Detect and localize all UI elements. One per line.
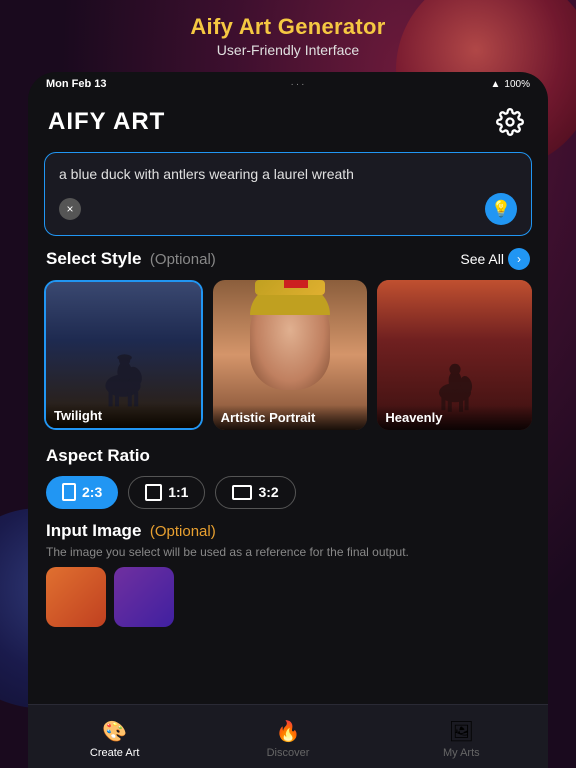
status-icons: ▲ 100% bbox=[491, 79, 530, 90]
prompt-text: a blue duck with antlers wearing a laure… bbox=[59, 165, 517, 185]
aspect-ratio-title: Aspect Ratio bbox=[46, 446, 530, 466]
portrait-label: Artistic Portrait bbox=[213, 405, 368, 430]
input-image-description: The image you select will be used as a r… bbox=[46, 545, 530, 559]
nav-create-art[interactable]: 🎨 Create Art bbox=[28, 715, 201, 759]
aspect-3-2-label: 3:2 bbox=[258, 484, 278, 500]
style-section-header: Select Style (Optional) See All › bbox=[28, 248, 548, 280]
thumbnail-1[interactable] bbox=[46, 567, 106, 627]
style-cards-container: Twilight Artistic Portrait bbox=[28, 280, 548, 444]
create-art-icon: 🎨 bbox=[102, 719, 127, 744]
lightbulb-button[interactable]: 💡 bbox=[485, 193, 517, 225]
nav-my-arts[interactable]: 🖼 My Arts bbox=[375, 715, 548, 759]
aspect-2-3-label: 2:3 bbox=[82, 484, 102, 500]
aspect-ratio-2-3[interactable]: 2:3 bbox=[46, 476, 118, 509]
bottom-navigation: 🎨 Create Art 🔥 Discover 🖼 My Arts bbox=[28, 704, 548, 768]
input-image-title: Input Image bbox=[46, 521, 141, 540]
device-frame: Mon Feb 13 ··· ▲ 100% AIFY ART a blue du… bbox=[28, 72, 548, 768]
style-optional: (Optional) bbox=[150, 251, 216, 268]
app-title: AIFY ART bbox=[48, 108, 165, 136]
landscape-icon bbox=[232, 485, 252, 500]
style-card-portrait[interactable]: Artistic Portrait bbox=[213, 280, 368, 430]
settings-button[interactable] bbox=[492, 104, 528, 140]
marketing-header: Aify Art Generator User-Friendly Interfa… bbox=[0, 0, 576, 68]
battery-icon: 100% bbox=[504, 79, 530, 90]
aspect-ratio-3-2[interactable]: 3:2 bbox=[215, 476, 295, 509]
discover-label: Discover bbox=[267, 747, 310, 759]
prompt-input-container[interactable]: a blue duck with antlers wearing a laure… bbox=[44, 152, 532, 236]
input-image-optional: (Optional) bbox=[150, 523, 216, 540]
style-title: Select Style bbox=[46, 249, 141, 268]
see-all-button[interactable]: See All › bbox=[460, 248, 530, 270]
wifi-icon: ▲ bbox=[491, 79, 501, 90]
discover-icon: 🔥 bbox=[276, 719, 301, 744]
status-dots: ··· bbox=[291, 79, 307, 90]
input-image-title-row: Input Image (Optional) bbox=[46, 521, 530, 541]
clear-prompt-button[interactable]: × bbox=[59, 198, 81, 220]
aspect-options: 2:3 1:1 3:2 bbox=[46, 476, 530, 509]
aspect-ratio-section: Aspect Ratio 2:3 1:1 3:2 bbox=[28, 444, 548, 521]
see-all-label: See All bbox=[460, 251, 504, 267]
gear-icon bbox=[496, 108, 524, 136]
my-arts-icon: 🖼 bbox=[449, 719, 474, 744]
prompt-actions: × 💡 bbox=[59, 193, 517, 225]
app-header: AIFY ART bbox=[28, 94, 548, 148]
aspect-ratio-1-1[interactable]: 1:1 bbox=[128, 476, 205, 509]
style-card-twilight[interactable]: Twilight bbox=[44, 280, 203, 430]
input-image-section: Input Image (Optional) The image you sel… bbox=[28, 521, 548, 559]
aspect-1-1-label: 1:1 bbox=[168, 484, 188, 500]
heavenly-label: Heavenly bbox=[377, 405, 532, 430]
status-time: Mon Feb 13 bbox=[46, 78, 107, 90]
create-art-label: Create Art bbox=[90, 747, 140, 759]
style-section-title: Select Style (Optional) bbox=[46, 249, 216, 269]
crown-gem-right bbox=[296, 280, 308, 288]
square-icon bbox=[145, 484, 162, 501]
see-all-arrow-icon: › bbox=[508, 248, 530, 270]
portrait-icon bbox=[62, 483, 76, 501]
twilight-silhouette bbox=[88, 328, 158, 408]
status-bar: Mon Feb 13 ··· ▲ 100% bbox=[28, 72, 548, 94]
my-arts-label: My Arts bbox=[443, 747, 480, 759]
marketing-title: Aify Art Generator bbox=[0, 14, 576, 40]
style-card-heavenly[interactable]: Heavenly bbox=[377, 280, 532, 430]
thumbnail-2[interactable] bbox=[114, 567, 174, 627]
heavenly-silhouette bbox=[422, 335, 487, 415]
bottom-spacer bbox=[28, 627, 548, 707]
nav-discover[interactable]: 🔥 Discover bbox=[201, 715, 374, 759]
crown-gem-left bbox=[284, 280, 296, 288]
marketing-subtitle: User-Friendly Interface bbox=[0, 42, 576, 58]
scroll-content: AIFY ART a blue duck with antlers wearin… bbox=[28, 94, 548, 726]
twilight-label: Twilight bbox=[46, 403, 201, 428]
image-thumbnails bbox=[28, 559, 548, 627]
